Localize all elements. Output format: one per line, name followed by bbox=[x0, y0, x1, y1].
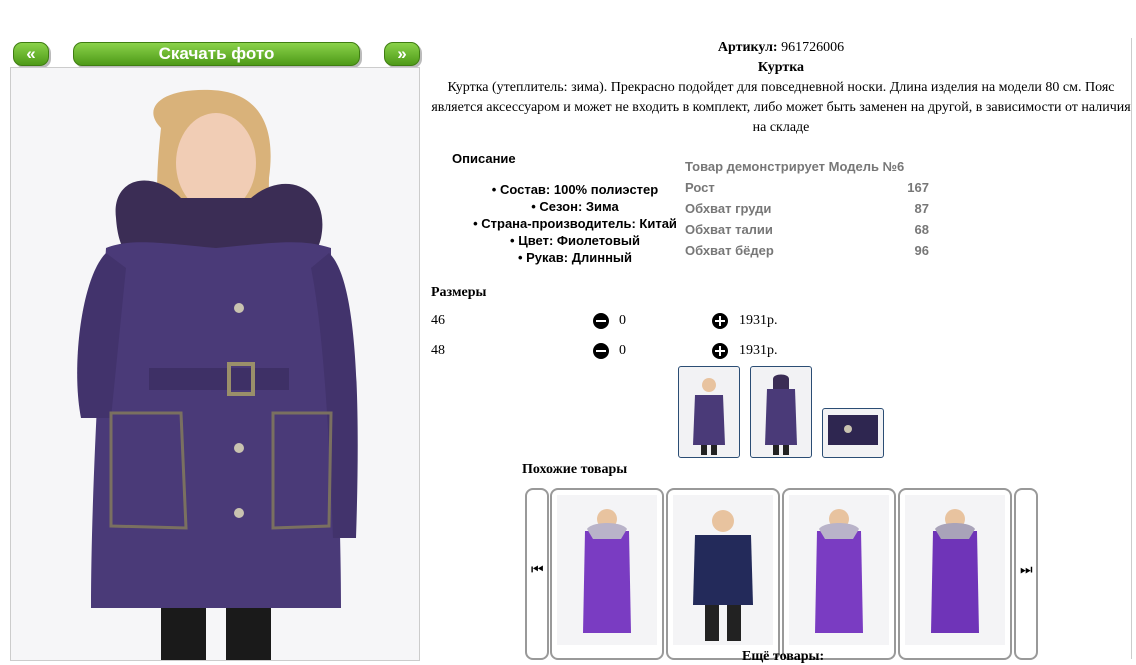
size-price: 1931р. bbox=[739, 343, 778, 358]
skip-forward-icon: ⏭ bbox=[1020, 562, 1033, 578]
spec-item: Состав: 100% полиэстер bbox=[440, 181, 710, 198]
skip-back-icon: ⏮ bbox=[531, 562, 544, 578]
size-price: 1931р. bbox=[739, 313, 778, 328]
model-title: Товар демонстрирует Модель №6 bbox=[685, 159, 905, 174]
next-photo-button[interactable]: » bbox=[384, 42, 420, 66]
thumbnail-image bbox=[693, 378, 725, 455]
size-quantity: 0 bbox=[619, 343, 626, 358]
plus-icon[interactable] bbox=[712, 313, 728, 329]
article-line: Артикул: 961726006 bbox=[430, 38, 1132, 58]
more-products-title: Ещё товары: bbox=[742, 649, 825, 664]
similar-product-card[interactable] bbox=[550, 488, 664, 660]
similar-product-card[interactable] bbox=[898, 488, 1012, 660]
article-label: Артикул: bbox=[717, 40, 778, 55]
size-quantity: 0 bbox=[619, 313, 626, 328]
similar-product-card[interactable] bbox=[666, 488, 780, 660]
divider bbox=[1131, 38, 1132, 659]
size-value: 46 bbox=[431, 313, 445, 328]
similar-product-image bbox=[905, 495, 1005, 645]
model-row-value: 96 bbox=[914, 243, 929, 258]
carousel-prev-button[interactable]: ⏮ bbox=[525, 488, 549, 660]
thumbnail-detail[interactable] bbox=[822, 408, 884, 458]
plus-icon[interactable] bbox=[712, 343, 728, 359]
spec-list: Состав: 100% полиэстер Сезон: Зима Стран… bbox=[440, 181, 710, 266]
product-name: Куртка bbox=[757, 60, 805, 75]
similar-product-card[interactable] bbox=[782, 488, 896, 660]
jacket-photo-illustration bbox=[11, 68, 419, 660]
carousel-next-button[interactable]: ⏭ bbox=[1014, 488, 1038, 660]
thumbnail-front[interactable] bbox=[678, 366, 740, 458]
model-row: Обхват талии 68 bbox=[685, 219, 929, 240]
specs-title: Описание bbox=[452, 151, 516, 166]
thumbnail-image bbox=[828, 415, 878, 445]
spec-item: Цвет: Фиолетовый bbox=[440, 232, 710, 249]
model-row-value: 167 bbox=[907, 180, 929, 195]
similar-product-image bbox=[673, 495, 773, 645]
product-info: Артикул: 961726006 Куртка Куртка (утепли… bbox=[430, 38, 1132, 138]
product-description: Куртка (утеплитель: зима). Прекрасно под… bbox=[431, 80, 1131, 135]
model-row: Обхват груди 87 bbox=[685, 198, 929, 219]
main-product-photo[interactable] bbox=[10, 67, 420, 661]
model-row-value: 87 bbox=[914, 201, 929, 216]
minus-icon[interactable] bbox=[593, 313, 609, 329]
thumbnail-image bbox=[765, 374, 797, 455]
spec-item: Сезон: Зима bbox=[440, 198, 710, 215]
model-row: Обхват бёдер 96 bbox=[685, 240, 929, 261]
model-row-label: Обхват груди bbox=[685, 201, 772, 216]
model-row-label: Обхват талии bbox=[685, 222, 773, 237]
model-measurements: Товар демонстрирует Модель №6 Рост 167 О… bbox=[685, 156, 929, 261]
download-photo-button[interactable]: Скачать фото bbox=[73, 42, 360, 66]
model-row-label: Рост bbox=[685, 180, 715, 195]
size-row: 46 0 1931р. bbox=[431, 310, 791, 332]
similar-products-title: Похожие товары bbox=[522, 462, 628, 477]
minus-icon[interactable] bbox=[593, 343, 609, 359]
similar-product-image bbox=[557, 495, 657, 645]
thumbnail-back[interactable] bbox=[750, 366, 812, 458]
spec-item: Страна-производитель: Китай bbox=[440, 215, 710, 232]
article-value: 961726006 bbox=[781, 40, 845, 55]
model-row: Рост 167 bbox=[685, 177, 929, 198]
sizes-title: Размеры bbox=[431, 285, 487, 300]
model-row-value: 68 bbox=[914, 222, 929, 237]
prev-photo-button[interactable]: « bbox=[13, 42, 49, 66]
size-row: 48 0 1931р. bbox=[431, 340, 791, 362]
size-value: 48 bbox=[431, 343, 445, 358]
model-row-label: Обхват бёдер bbox=[685, 243, 774, 258]
similar-product-image bbox=[789, 495, 889, 645]
spec-item: Рукав: Длинный bbox=[440, 249, 710, 266]
